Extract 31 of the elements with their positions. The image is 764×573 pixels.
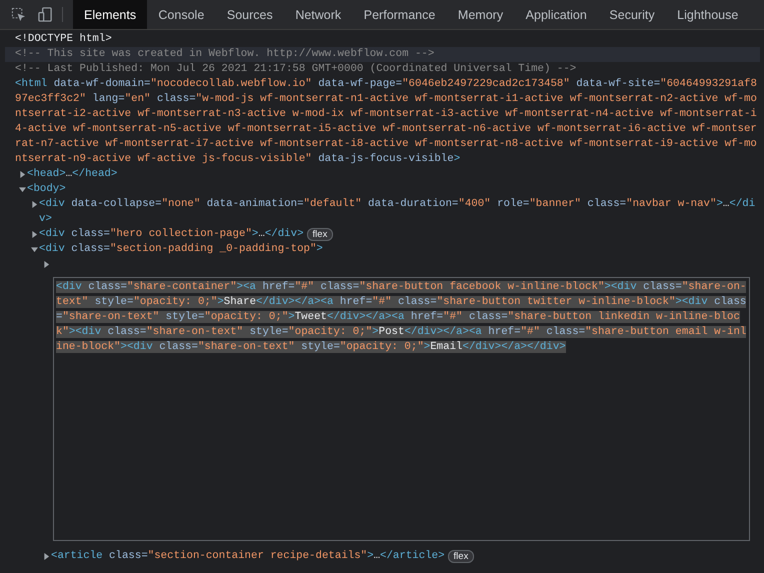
- code-line: <!DOCTYPE html>: [15, 32, 112, 47]
- collapsed-triangle-icon[interactable]: [42, 553, 50, 560]
- expanded-triangle-icon[interactable]: [30, 246, 38, 253]
- code-line: <div data-collapse="none" data-animation="default" data-duration="400" role="banner" class="navbar w-nav">…</div>: [39, 197, 756, 227]
- cursor-select-icon[interactable]: [11, 7, 26, 22]
- panel-tab[interactable]: Lighthouse: [666, 0, 750, 29]
- code-line: <div class="hero collection-page">…</div>: [39, 227, 304, 242]
- collapsed-triangle-icon[interactable]: [42, 261, 50, 268]
- flex-badge[interactable]: flex: [448, 550, 474, 563]
- panel-tab[interactable]: Elements: [73, 0, 148, 29]
- panel-tab[interactable]: Security: [598, 0, 666, 29]
- panel-tab[interactable]: Console: [147, 0, 216, 29]
- panel-tab[interactable]: Performance: [352, 0, 447, 29]
- code-line: <head>…</head>: [27, 167, 118, 182]
- collapsed-triangle-icon[interactable]: [30, 231, 38, 238]
- panel-tab[interactable]: Memory: [446, 0, 514, 29]
- device-toolbar-icon[interactable]: [38, 7, 53, 22]
- panel-tab[interactable]: Sources: [216, 0, 284, 29]
- html-comment: <!-- This site was created in Webflow. http://www.webflow.com -->: [15, 47, 434, 62]
- collapsed-triangle-icon[interactable]: [18, 171, 26, 178]
- code-line: <html data-wf-domain="nocodecollab.webflow.io" data-wf-page="6046eb2497229cad2c173458" data-wf-site="60464993291af897ec3ff3c2" lang="en" class="w-mod-js wf-montserrat-n1-active wf-montserrat-i1-active wf-montserrat-n2-active wf-montserrat-i2-active wf-montserrat-n3-active w-mod-ix wf-montserrat-i3-active wf-montserrat-n4-active wf-montserrat-i4-active wf-montserrat-n5-active wf-montserrat-i5-active wf-montserrat-n6-active wf-montserrat-i6-active wf-montserrat-n7-active wf-montserrat-i7-active wf-montserrat-i8-active wf-montserrat-n8-active wf-montserrat-i9-active wf-montserrat-n9-active wf-active js-focus-visible" data-js-focus-visible>: [15, 77, 758, 167]
- collapsed-triangle-icon[interactable]: [30, 201, 38, 208]
- code-line: <article class="section-container recipe-details">…</article>: [51, 549, 445, 564]
- expanded-triangle-icon[interactable]: [18, 186, 26, 193]
- panel-tab[interactable]: Application: [514, 0, 598, 29]
- panel-tab[interactable]: Network: [284, 0, 352, 29]
- flex-badge[interactable]: flex: [306, 228, 334, 241]
- code-line: <body>: [27, 182, 66, 197]
- html-comment: <!-- Last Published: Mon Jul 26 2021 21:17:58 GMT+0000 (Coordinated Universal Time) -->: [15, 62, 576, 77]
- html-edit-box[interactable]: <div class="share-container"><a href="#" class="share-button facebook w-inline-block"><div class="share-on-text" style="opacity: 0;">Share</div></a><a href="#" class="share-button twitter w-inline-block"><div class="share-on-text" style="opacity: 0;">Tweet</div></a><a href="#" class="share-button linkedin w-inline-block"><div class="share-on-text" style="opacity: 0;">Post</div></a><a href="#" class="share-button email w-inline-block"><div class="share-on-text" style="opacity: 0;">Email</div></a></div>: [53, 277, 750, 541]
- code-line: <div class="section-padding _0-padding-top">: [39, 242, 323, 257]
